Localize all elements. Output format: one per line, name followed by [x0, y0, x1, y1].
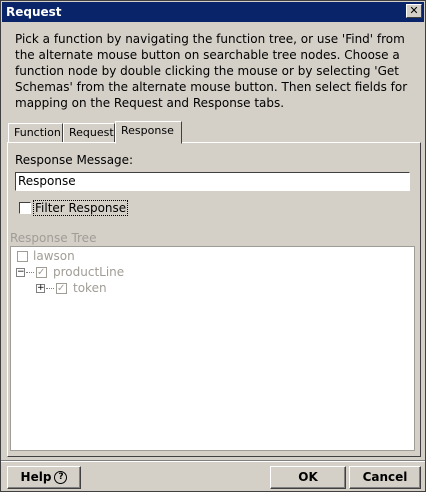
tab-request[interactable]: Request [63, 123, 115, 143]
button-separator [1, 460, 425, 462]
tree-node-token[interactable]: + token [36, 280, 156, 297]
tree-connector [46, 288, 54, 289]
tree-node-checkbox[interactable] [56, 281, 67, 297]
tree-node-checkbox[interactable] [17, 251, 28, 262]
response-message-input[interactable]: Response [15, 172, 410, 191]
close-icon[interactable]: ✕ [406, 4, 422, 18]
help-icon: ? [54, 471, 68, 484]
response-tree[interactable]: lawson − productLine + token [10, 246, 415, 451]
filter-response-label[interactable]: Filter Response [33, 200, 129, 216]
instructions-text: Pick a function by navigating the functi… [15, 32, 408, 110]
filter-checkbox-box[interactable] [19, 202, 31, 214]
tree-node-label: lawson [33, 249, 75, 263]
response-message-label: Response Message: [15, 153, 134, 167]
expand-icon[interactable]: + [36, 284, 45, 293]
request-dialog: Request ✕ Pick a function by navigating … [0, 0, 426, 492]
window-title: Request [6, 5, 62, 19]
tree-node-productline[interactable]: − productLine [16, 264, 156, 281]
tree-node-checkbox[interactable] [36, 265, 47, 281]
response-tree-label: Response Tree [10, 231, 97, 245]
tree-connector [26, 272, 34, 273]
title-bar: Request ✕ [2, 2, 424, 22]
tree-node-label: productLine [53, 265, 125, 279]
collapse-icon[interactable]: − [16, 268, 25, 277]
tree-node-label: token [73, 281, 107, 295]
cancel-button[interactable]: Cancel [349, 466, 421, 489]
tab-response[interactable]: Response [115, 121, 182, 144]
tab-function[interactable]: Function [8, 123, 63, 143]
tree-node-lawson[interactable]: lawson [16, 248, 116, 264]
ok-button[interactable]: OK [270, 466, 346, 489]
help-button-label: Help [20, 470, 52, 484]
help-button[interactable]: Help? [7, 466, 81, 489]
